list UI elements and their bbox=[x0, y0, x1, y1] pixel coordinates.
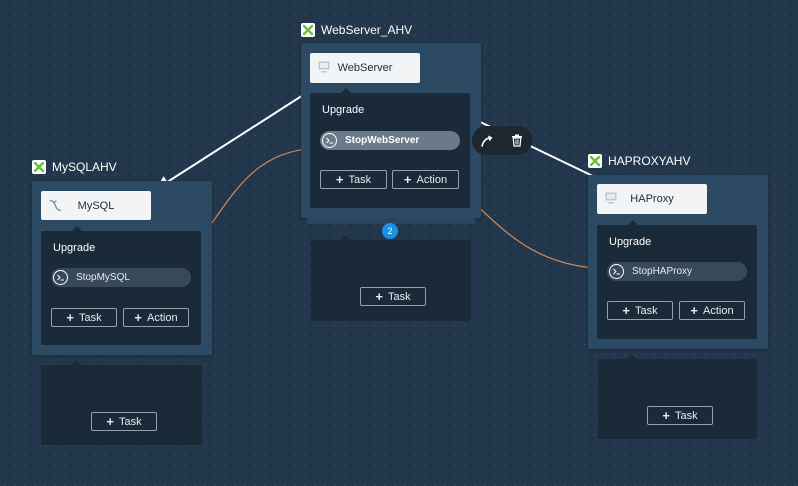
task-label: StopHAProxy bbox=[632, 266, 693, 277]
stage-title: Upgrade bbox=[322, 104, 365, 116]
service-card-webserver[interactable]: WebServer Upgrade StopWebServer + Task +… bbox=[301, 43, 481, 224]
service-title-haproxy[interactable]: HAProxy bbox=[597, 184, 707, 214]
add-task-button[interactable]: + Task bbox=[360, 287, 426, 306]
service-title-mysql[interactable]: MySQL bbox=[41, 191, 151, 220]
button-label: Task bbox=[674, 409, 698, 422]
nutanix-logo-icon bbox=[588, 154, 602, 168]
add-task-button[interactable]: + Task bbox=[647, 406, 713, 425]
nutanix-logo-icon bbox=[32, 160, 46, 174]
dependency-webserver-to-mysql bbox=[155, 89, 312, 190]
service-title-label: MySQL bbox=[77, 199, 115, 212]
plus-icon: + bbox=[375, 289, 383, 304]
plus-icon: + bbox=[106, 414, 114, 429]
task-stophaproxy[interactable]: StopHAProxy bbox=[607, 262, 747, 281]
plus-icon: + bbox=[403, 172, 412, 187]
edit-connector-icon[interactable] bbox=[477, 131, 497, 151]
plus-icon: + bbox=[662, 408, 670, 423]
plus-icon: + bbox=[335, 172, 344, 187]
button-label: Action bbox=[147, 311, 178, 324]
trash-icon[interactable] bbox=[507, 131, 527, 151]
plus-icon: + bbox=[622, 303, 630, 318]
shell-prompt-icon bbox=[322, 133, 337, 148]
stage-upgrade-haproxy[interactable]: Upgrade StopHAProxy + Task + Action bbox=[597, 225, 757, 339]
button-label: Action bbox=[416, 173, 448, 186]
stage-title: Upgrade bbox=[609, 236, 652, 248]
connector-toolbar bbox=[472, 126, 532, 155]
button-label: Task bbox=[634, 304, 658, 317]
service-title-label: WebServer bbox=[337, 62, 393, 74]
shell-prompt-icon bbox=[609, 264, 624, 279]
service-header-label: HAPROXYAHV bbox=[608, 154, 691, 168]
add-task-button[interactable]: + Task bbox=[320, 170, 387, 189]
stage-upgrade-mysql[interactable]: Upgrade StopMySQL + Task + Action bbox=[41, 231, 201, 345]
task-label: StopMySQL bbox=[76, 272, 130, 283]
service-header-webserver[interactable]: WebServer_AHV bbox=[301, 23, 412, 37]
service-card-haproxy[interactable]: HAProxy Upgrade StopHAProxy + Task + Act… bbox=[588, 175, 768, 349]
add-action-button[interactable]: + Action bbox=[123, 308, 189, 327]
button-label: Task bbox=[387, 290, 411, 303]
service-title-webserver[interactable]: WebServer bbox=[310, 53, 420, 83]
service-title-label: HAProxy bbox=[630, 193, 674, 205]
stage-title: Upgrade bbox=[53, 242, 96, 254]
task-stopmysql[interactable]: StopMySQL bbox=[51, 268, 191, 287]
service-header-mysql[interactable]: MySQLAHV bbox=[32, 160, 117, 174]
plus-icon: + bbox=[690, 303, 698, 318]
button-label: Task bbox=[348, 173, 372, 186]
service-header-label: WebServer_AHV bbox=[321, 23, 413, 37]
stage-empty-mysql[interactable]: + Task bbox=[41, 365, 202, 445]
stage-empty-haproxy[interactable]: + Task bbox=[598, 359, 757, 439]
add-action-button[interactable]: + Action bbox=[679, 301, 745, 320]
service-header-haproxy[interactable]: HAPROXYAHV bbox=[588, 154, 690, 168]
add-task-button[interactable]: + Task bbox=[91, 412, 157, 431]
button-label: Action bbox=[703, 304, 734, 317]
service-header-label: MySQLAHV bbox=[52, 160, 117, 174]
nutanix-logo-icon bbox=[301, 23, 315, 37]
stage-upgrade-webserver[interactable]: Upgrade StopWebServer + Task + Action bbox=[310, 93, 470, 208]
button-label: Task bbox=[78, 311, 102, 324]
task-label: StopWebServer bbox=[345, 135, 420, 146]
button-label: Task bbox=[118, 415, 142, 428]
plus-icon: + bbox=[134, 310, 142, 325]
shell-prompt-icon bbox=[53, 270, 68, 285]
plus-icon: + bbox=[66, 310, 74, 325]
add-task-button[interactable]: + Task bbox=[607, 301, 673, 320]
add-action-button[interactable]: + Action bbox=[392, 170, 459, 189]
count-badge[interactable]: 2 bbox=[382, 223, 398, 239]
stage-empty-webserver[interactable]: + Task bbox=[311, 240, 471, 321]
add-task-button[interactable]: + Task bbox=[51, 308, 117, 327]
service-card-mysql[interactable]: MySQL Upgrade StopMySQL + Task + Action bbox=[32, 181, 212, 355]
task-stopwebserver[interactable]: StopWebServer bbox=[320, 131, 460, 150]
